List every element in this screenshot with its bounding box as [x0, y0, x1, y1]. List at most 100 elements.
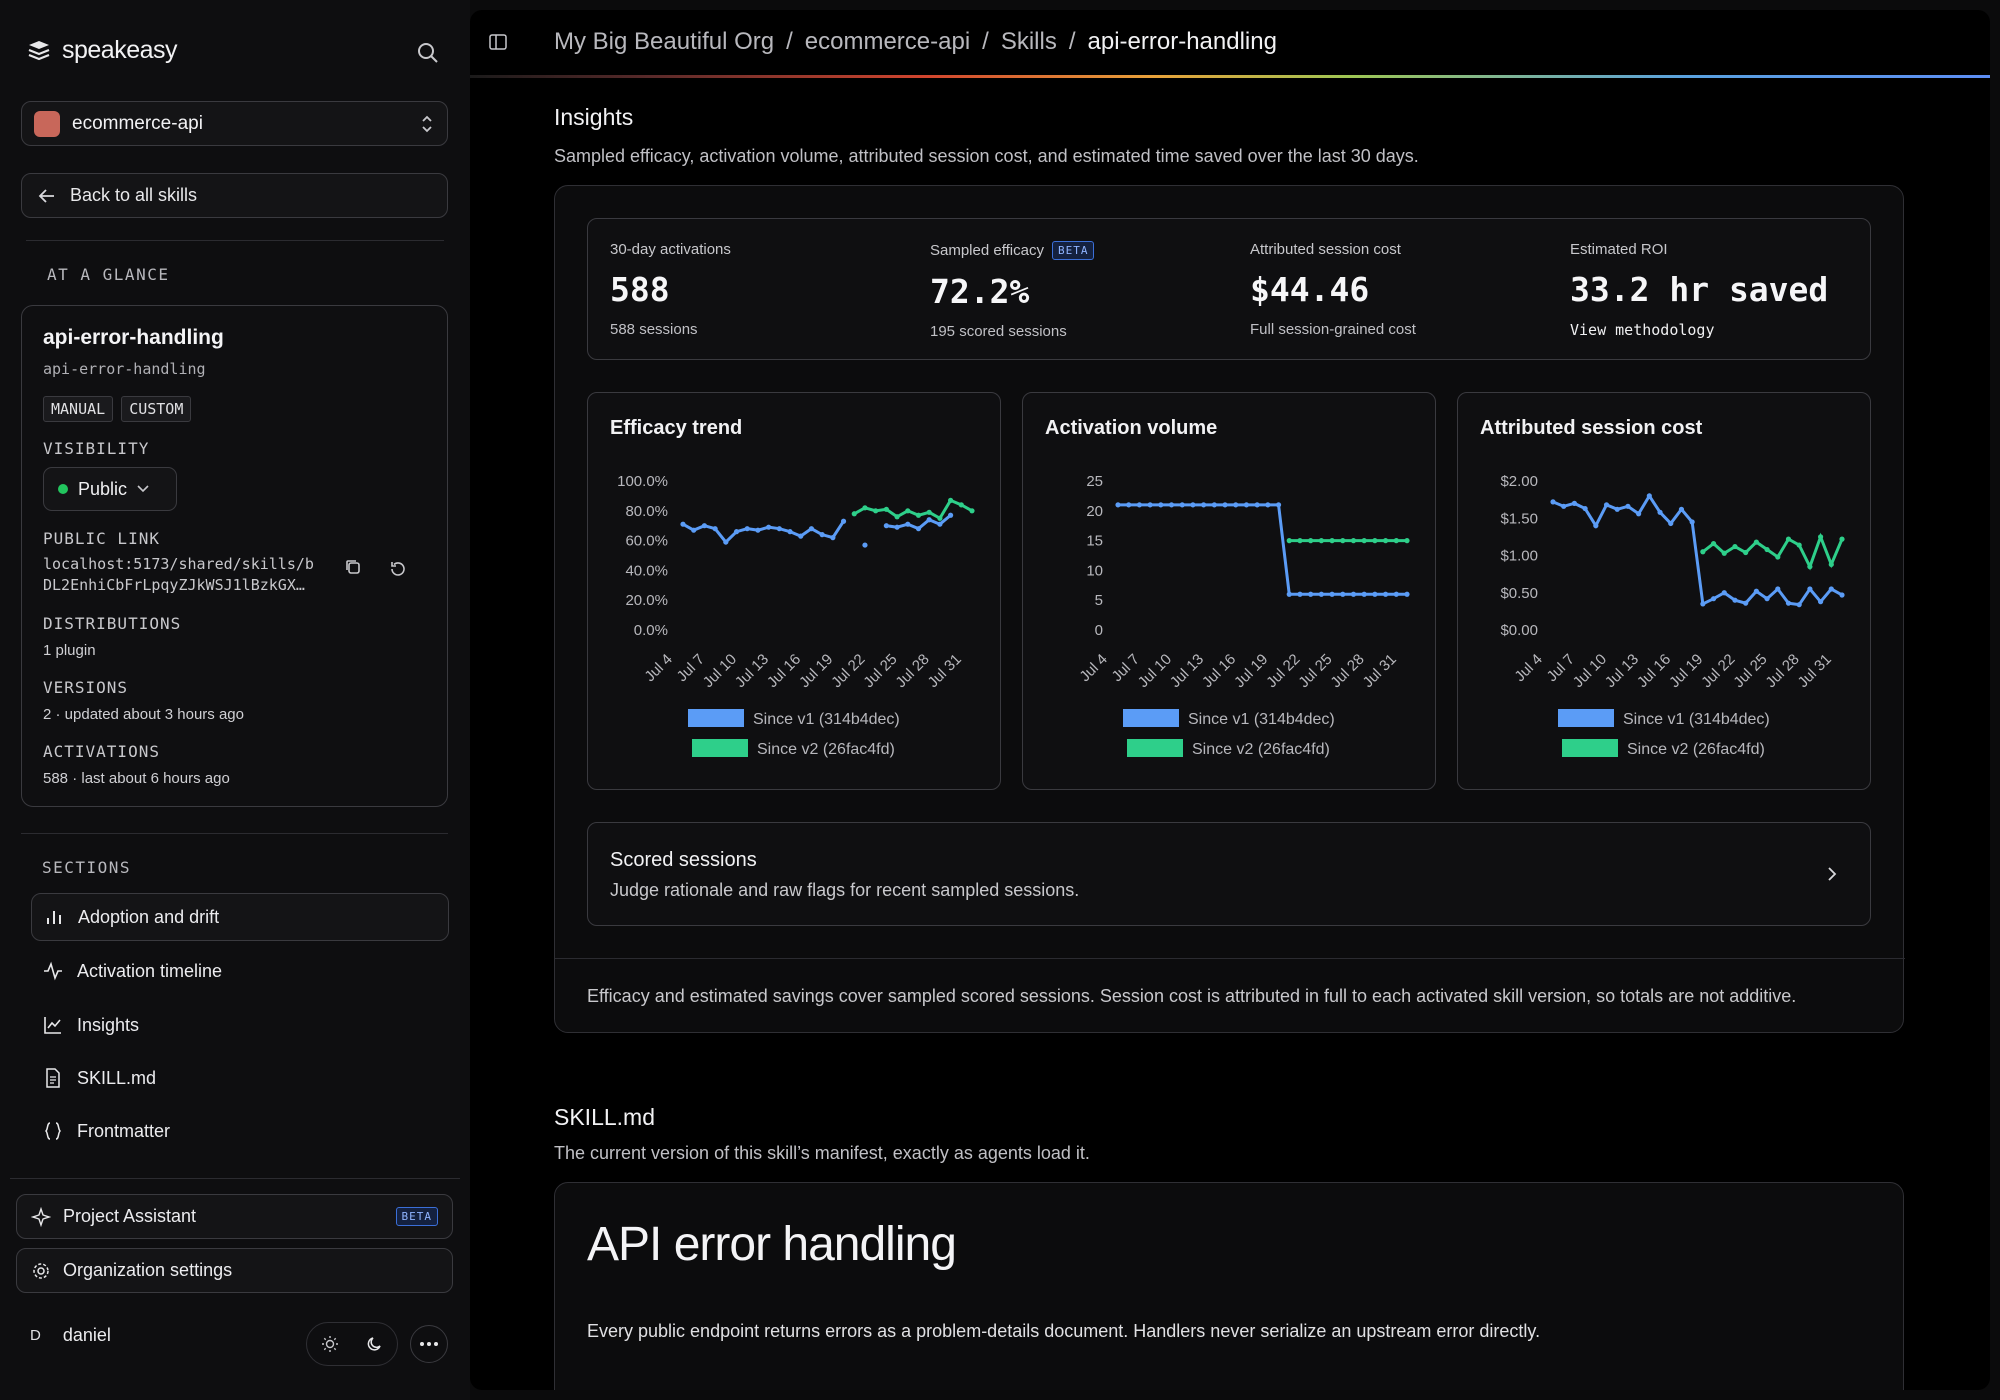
chevron-up-down-icon	[422, 115, 432, 132]
insights-card: 30-day activations 588 588 sessions Samp…	[554, 185, 1905, 1033]
sparkles-icon	[31, 1206, 51, 1227]
project-assistant-button[interactable]: Project Assistant BETA	[16, 1194, 453, 1239]
nav-frontmatter[interactable]: Frontmatter	[31, 1107, 449, 1155]
data-point	[712, 526, 718, 532]
avatar: D	[30, 1327, 41, 1344]
data-point	[766, 524, 772, 530]
breadcrumb-project[interactable]: ecommerce-api	[805, 28, 970, 56]
legend-label: Since v1 (314b4dec)	[1188, 711, 1335, 728]
data-point	[1168, 502, 1175, 508]
brand-name: speakeasy	[62, 36, 178, 64]
kpi-value: 588	[610, 270, 670, 309]
data-point	[1668, 520, 1674, 527]
view-methodology-link[interactable]: View methodology	[1570, 321, 1828, 339]
data-point	[1393, 538, 1399, 544]
y-tick-label: 60.0%	[625, 533, 668, 550]
x-tick-label: Jul 31	[925, 651, 965, 691]
data-point	[1839, 536, 1845, 542]
toggle-sidebar-icon[interactable]	[488, 32, 508, 52]
data-point	[1785, 536, 1792, 542]
x-tick-label: Jul 28	[1327, 651, 1367, 691]
nav-label: SKILL.md	[77, 1067, 157, 1088]
theme-toggle[interactable]	[306, 1322, 398, 1366]
y-tick-label: 15	[1086, 533, 1103, 550]
x-tick-label: Jul 16	[1634, 651, 1674, 691]
data-point	[1828, 586, 1834, 592]
x-tick-label: Jul 13	[732, 651, 772, 691]
moon-icon[interactable]	[366, 1335, 384, 1353]
data-point	[1571, 500, 1578, 506]
data-point	[1753, 539, 1759, 545]
sun-icon[interactable]	[321, 1335, 339, 1353]
x-tick-label: Jul 4	[1076, 651, 1110, 685]
data-point	[1721, 550, 1727, 556]
data-point	[937, 515, 943, 521]
more-horizontal-icon	[420, 1342, 438, 1346]
data-point	[1625, 503, 1631, 509]
data-point	[1796, 542, 1802, 548]
data-point	[1689, 519, 1695, 525]
chart-svg: $0.00$0.50$1.00$1.50$2.00Jul 4Jul 7Jul 1…	[1500, 473, 1845, 758]
data-point	[958, 502, 964, 508]
public-link-line2: DL2EnhiCbFrLpqyZJkWSJ1lBzkGX…	[43, 576, 305, 594]
user-menu[interactable]: D daniel	[30, 1325, 111, 1346]
data-point	[1839, 592, 1845, 598]
scored-sessions-card[interactable]: Scored sessions Judge rationale and raw …	[587, 822, 1871, 926]
data-point	[1721, 590, 1727, 596]
data-point	[1700, 549, 1706, 555]
beta-badge: BETA	[395, 1207, 438, 1226]
organization-settings-button[interactable]: Organization settings	[16, 1248, 453, 1293]
legend-swatch	[1123, 709, 1179, 727]
nav-label: Adoption and drift	[78, 906, 220, 927]
gear-icon	[33, 1262, 49, 1279]
scored-subtitle: Judge rationale and raw flags for recent…	[610, 880, 1080, 900]
data-point	[926, 509, 932, 515]
nav-skill-md[interactable]: SKILL.md	[31, 1054, 449, 1102]
data-point	[969, 508, 975, 514]
data-point	[1233, 502, 1239, 508]
data-point	[787, 529, 793, 535]
data-point	[915, 526, 922, 532]
org-settings-label: Organization settings	[63, 1260, 233, 1280]
kpi-sub: 588 sessions	[610, 321, 698, 338]
data-point	[1582, 505, 1588, 512]
x-tick-label: Jul 10	[700, 651, 740, 691]
legend-label: Since v2 (26fac4fd)	[1192, 741, 1330, 758]
brand-logo[interactable]: speakeasy	[26, 36, 178, 65]
x-tick-label: Jul 16	[764, 651, 804, 691]
refresh-icon[interactable]	[389, 560, 407, 578]
legend-label: Since v1 (314b4dec)	[753, 711, 900, 728]
more-options-button[interactable]	[410, 1325, 448, 1363]
public-link-url[interactable]: localhost:5173/shared/skills/b DL2EnhiCb…	[43, 554, 343, 596]
breadcrumb-skills[interactable]: Skills	[1001, 28, 1057, 56]
y-tick-label: 20	[1086, 503, 1103, 520]
search-icon[interactable]	[415, 40, 441, 66]
visibility-dropdown[interactable]: Public	[43, 467, 177, 511]
back-to-skills-button[interactable]: Back to all skills	[21, 173, 448, 218]
breadcrumb-separator: /	[982, 28, 989, 55]
data-point	[1678, 506, 1685, 512]
data-point	[915, 512, 922, 518]
data-point	[1807, 586, 1813, 592]
activation-volume-chart: Activation volume 0 5 10 15 20 25 Jul 4 Jul 7 Ju…	[1022, 392, 1436, 790]
y-tick-label: 0.0%	[634, 622, 668, 639]
kpi-sub: 195 scored sessions	[930, 323, 1067, 340]
y-tick-label: 25	[1086, 473, 1103, 490]
kpi-roi: Estimated ROI 33.2 hr saved View methodo…	[1570, 241, 1828, 339]
project-selector[interactable]: ecommerce-api	[21, 101, 448, 146]
data-point	[755, 527, 761, 533]
x-tick-label: Jul 13	[1602, 651, 1642, 691]
sidebar: speakeasy ecommerce-api Back to all skil…	[0, 0, 470, 1400]
data-point	[1372, 591, 1378, 597]
nav-insights[interactable]: Insights	[31, 1001, 449, 1049]
nav-adoption-and-drift[interactable]: Adoption and drift	[31, 893, 449, 941]
public-link-line1: localhost:5173/shared/skills/b	[43, 555, 314, 573]
data-point	[1222, 502, 1228, 508]
copy-icon[interactable]	[344, 558, 362, 576]
breadcrumb-org[interactable]: My Big Beautiful Org	[554, 28, 774, 56]
skill-glance-card: api-error-handling api-error-handling MA…	[21, 305, 448, 807]
legend-swatch	[688, 709, 744, 727]
nav-activation-timeline[interactable]: Activation timeline	[31, 947, 449, 995]
data-point	[883, 523, 889, 529]
x-tick-label: Jul 4	[1511, 651, 1545, 685]
